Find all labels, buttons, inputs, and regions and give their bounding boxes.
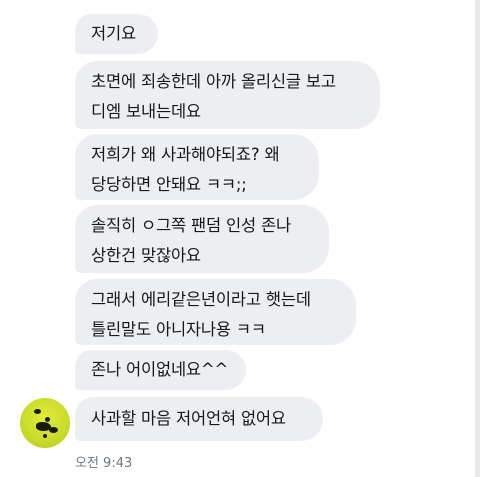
avatar-mark (45, 417, 50, 422)
avatar-mark (43, 434, 47, 438)
message-bubble-1[interactable]: 저기요 (75, 14, 158, 54)
avatar-mark (34, 409, 41, 414)
message-text-line-2: 상한건 맞잖아요 (91, 246, 201, 265)
message-text-line-1: 그래서 에리같은년이라고 햇는데 (91, 290, 311, 309)
message-text-line-2: 디엠 보내는데요 (91, 102, 201, 121)
message-bubble-4[interactable]: 솔직히 ㅇ그쪽 팬덤 인성 존나 상한건 맞잖아요 (75, 205, 329, 273)
message-bubble-2[interactable]: 초면에 죄송한데 아까 올리신글 보고 디엠 보내는데요 (75, 61, 380, 129)
message-text: 사과할 마음 저어언혀 없어요 (91, 409, 286, 428)
message-bubble-3[interactable]: 저희가 왜 사과해야되죠? 왜 당당하면 안돼요 ㅋㅋ;; (75, 134, 319, 200)
user-avatar[interactable] (20, 398, 70, 448)
message-timestamp: 오전 9:43 (75, 456, 133, 471)
message-text-line-1: 저희가 왜 사과해야되죠? 왜 (91, 145, 280, 164)
message-text: 존나 어이없네요^^ (91, 360, 229, 379)
message-text: 저기요 (91, 24, 136, 43)
message-bubble-5[interactable]: 그래서 에리같은년이라고 햇는데 틀린말도 아니자나용 ㅋㅋ (75, 279, 356, 345)
avatar-mark (49, 427, 58, 433)
message-text-line-1: 솔직히 ㅇ그쪽 팬덤 인성 존나 (91, 216, 291, 235)
message-bubble-6[interactable]: 존나 어이없네요^^ (75, 350, 246, 390)
scrollbar-track (475, 0, 480, 477)
message-bubble-7[interactable]: 사과할 마음 저어언혀 없어요 (75, 397, 323, 441)
message-text-line-1: 초면에 죄송한데 아까 올리신글 보고 (91, 72, 336, 91)
message-text-line-2: 틀린말도 아니자나용 ㅋㅋ (91, 320, 266, 339)
message-text-line-2: 당당하면 안돼요 ㅋㅋ;; (91, 175, 247, 194)
